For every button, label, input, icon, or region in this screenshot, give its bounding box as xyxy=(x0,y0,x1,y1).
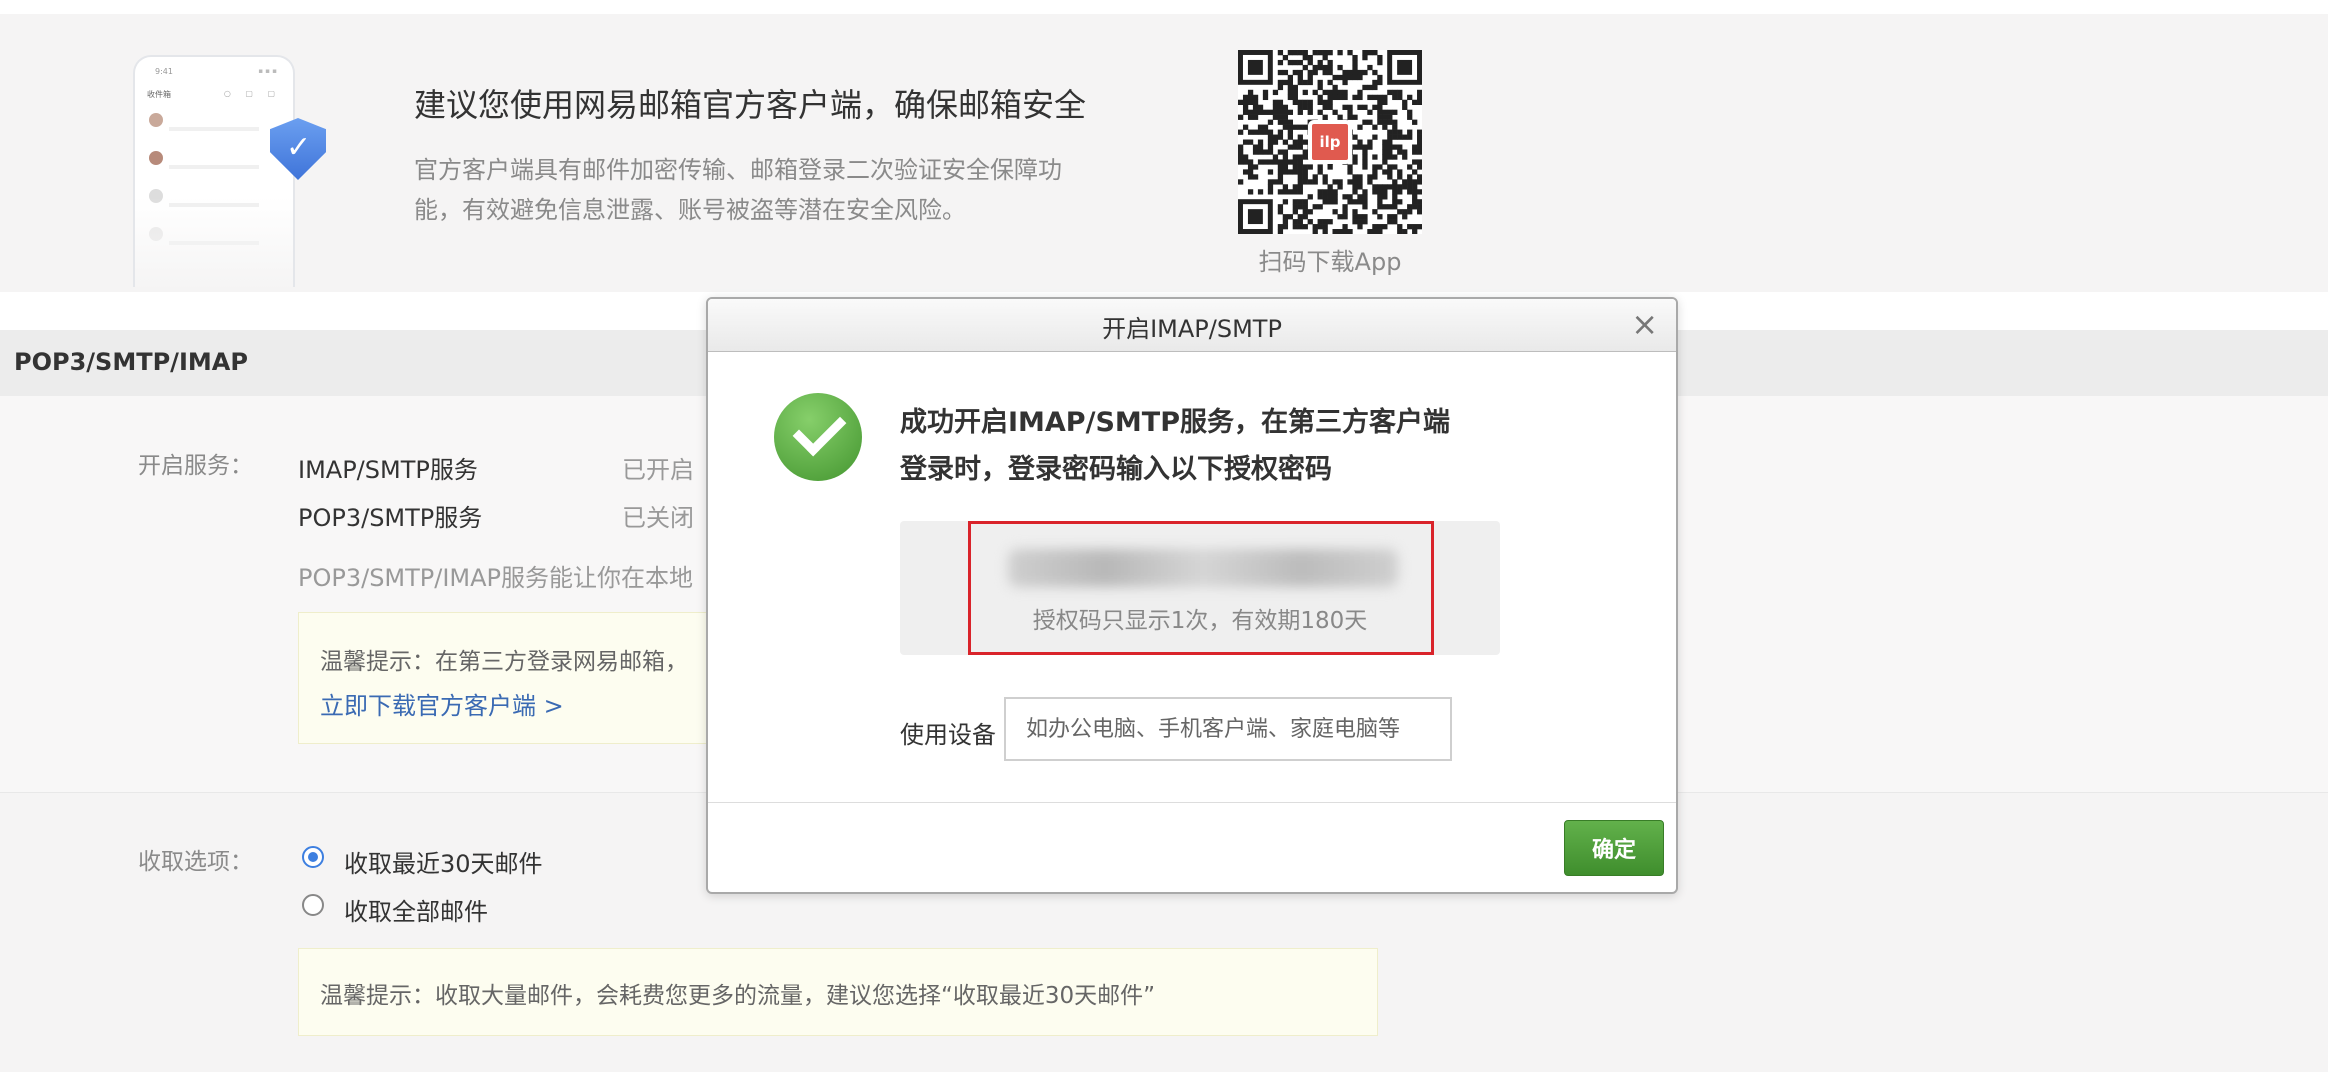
qr-caption: 扫码下载App xyxy=(1258,248,1402,276)
service-name-pop3: POP3/SMTP服务 xyxy=(298,504,483,532)
service-name-imap: IMAP/SMTP服务 xyxy=(298,456,478,484)
phone-toolbar-icons: ○ ▢ ▢ xyxy=(223,89,281,98)
promo-description: 官方客户端具有邮件加密传输、邮箱登录二次验证安全保障功 能，有效避免信息泄露、账… xyxy=(414,150,1074,230)
radio-recent-30-days[interactable] xyxy=(302,846,324,868)
service-label: 开启服务： xyxy=(138,453,253,479)
tip-text-2: 温馨提示：收取大量邮件，会耗费您更多的流量，建议您选择“收取最近30天邮件” xyxy=(320,983,1156,1009)
phone-mail-row xyxy=(149,113,275,143)
close-icon[interactable]: × xyxy=(1631,305,1658,343)
promo-title: 建议您使用网易邮箱官方客户端，确保邮箱安全 xyxy=(414,86,1087,124)
success-message-line1: 成功开启IMAP/SMTP服务，在第三方客户端 xyxy=(900,407,1450,438)
dialog-title: 开启IMAP/SMTP xyxy=(1102,315,1282,343)
service-state-imap: 已开启 xyxy=(622,456,694,484)
radio-all-mail[interactable] xyxy=(302,894,324,916)
device-label: 使用设备 xyxy=(900,721,996,749)
success-check-icon xyxy=(774,393,862,481)
radio-label-all[interactable]: 收取全部邮件 xyxy=(344,892,488,927)
phone-time: 9:41 xyxy=(155,67,173,76)
device-input[interactable] xyxy=(1004,697,1452,761)
app-logo-icon: ilp xyxy=(1308,120,1352,164)
auth-code-highlight-frame xyxy=(968,521,1434,655)
enable-imap-dialog: 开启IMAP/SMTP × 成功开启IMAP/SMTP服务，在第三方客户端 登录… xyxy=(706,297,1678,894)
confirm-button[interactable]: 确定 xyxy=(1564,820,1664,876)
signal-icon: ▪ ▪ ▪ xyxy=(258,67,277,75)
promo-desc-line1: 官方客户端具有邮件加密传输、邮箱登录二次验证安全保障功 xyxy=(414,156,1062,184)
promo-desc-line2: 能，有效避免信息泄露、账号被盗等潜在安全风险。 xyxy=(414,196,966,224)
success-message-line2: 登录时，登录密码输入以下授权密码 xyxy=(900,454,1332,485)
download-client-link[interactable]: 立即下载官方客户端 > xyxy=(320,686,564,721)
phone-mockup-image: 9:41 ▪ ▪ ▪ 收件箱 ○ ▢ ▢ xyxy=(133,55,295,287)
success-message: 成功开启IMAP/SMTP服务，在第三方客户端 登录时，登录密码输入以下授权密码 xyxy=(900,399,1520,493)
phone-mail-row xyxy=(149,151,275,181)
service-description: POP3/SMTP/IMAP服务能让你在本地 xyxy=(298,564,694,592)
receive-label: 收取选项： xyxy=(138,849,253,875)
tip-text: 温馨提示：在第三方登录网易邮箱， xyxy=(320,649,688,675)
check-icon: ✓ xyxy=(286,130,312,165)
tip-box xyxy=(298,612,710,744)
dialog-divider xyxy=(708,802,1676,803)
service-state-pop3: 已关闭 xyxy=(622,504,694,532)
top-band xyxy=(0,0,2328,14)
section-title: POP3/SMTP/IMAP xyxy=(14,348,248,376)
phone-inbox-label: 收件箱 xyxy=(147,90,171,99)
radio-label-recent[interactable]: 收取最近30天邮件 xyxy=(344,844,543,879)
dialog-header: 开启IMAP/SMTP × xyxy=(708,299,1676,352)
qr-code-image: ilp xyxy=(1238,50,1422,234)
promo-banner xyxy=(0,14,2328,292)
